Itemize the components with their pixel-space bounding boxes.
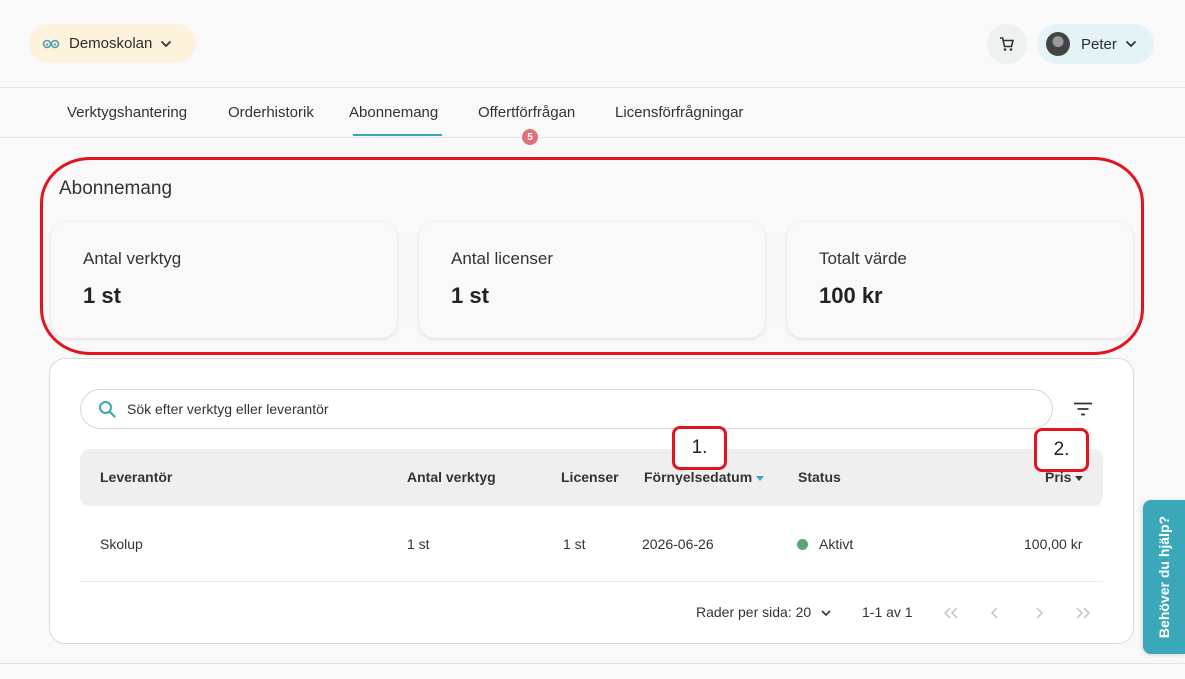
cart-button[interactable]: [987, 24, 1027, 64]
annotation-callout-1: 1.: [672, 426, 727, 470]
stat-value: 1 st: [83, 283, 121, 308]
tab-bar: Verktygshantering Orderhistorik Abonnema…: [0, 88, 1185, 138]
tab-abonnemang[interactable]: Abonnemang: [349, 104, 438, 121]
stat-label: Totalt värde: [819, 249, 907, 268]
previous-page-button[interactable]: [985, 603, 1005, 623]
next-page-button[interactable]: [1029, 603, 1049, 623]
top-bar: Demoskolan Peter: [0, 0, 1185, 88]
table-row[interactable]: Skolup 1 st 1 st 2026-06-26 Aktivt 100,0…: [80, 506, 1103, 582]
search-icon: [99, 401, 116, 418]
search-input[interactable]: [127, 401, 927, 417]
column-header-label: Förnyelsedatum: [644, 469, 753, 485]
cart-icon: [1000, 37, 1015, 51]
rows-per-page-select[interactable]: Rader per sida: 20: [696, 604, 831, 620]
stat-card-total-value: Totalt värde 100 kr: [787, 222, 1133, 338]
column-header-status: Status: [798, 469, 841, 485]
stat-card-tools: Antal verktyg 1 st: [51, 222, 397, 338]
last-page-button[interactable]: [1073, 603, 1093, 623]
cell-renewal-date: 2026-06-26: [642, 536, 714, 552]
school-selector[interactable]: Demoskolan: [29, 24, 196, 63]
column-header-licenses: Licenser: [561, 469, 619, 485]
column-header-tools: Antal verktyg: [407, 469, 496, 485]
filter-icon: [1074, 402, 1092, 416]
sort-caret-icon: [756, 475, 765, 481]
user-name: Peter: [1081, 35, 1117, 53]
table-header: Leverantör Antal verktyg Licenser Förnye…: [80, 449, 1103, 506]
glasses-icon: [42, 39, 60, 48]
column-header-renewal-date[interactable]: Förnyelsedatum: [644, 469, 765, 485]
stat-label: Antal licenser: [451, 249, 554, 268]
section-title: Abonnemang: [59, 178, 173, 199]
stat-label: Antal verktyg: [83, 249, 182, 268]
pagination-range: 1-1 av 1: [862, 604, 913, 620]
chevron-right-icon: [1036, 607, 1044, 619]
user-menu[interactable]: Peter: [1037, 24, 1154, 64]
cell-price: 100,00 kr: [1024, 536, 1083, 552]
tab-verktygshantering[interactable]: Verktygshantering: [67, 104, 187, 121]
annotation-callout-2: 2.: [1034, 428, 1089, 472]
filter-button[interactable]: [1071, 397, 1095, 421]
first-page-button[interactable]: [941, 603, 961, 623]
double-chevron-left-icon: [943, 607, 958, 619]
chevron-down-icon: [1125, 40, 1136, 48]
rows-per-page-label: Rader per sida: 20: [696, 604, 812, 620]
tab-orderhistorik[interactable]: Orderhistorik: [228, 104, 314, 121]
notification-badge: 5: [522, 129, 538, 145]
column-header-supplier: Leverantör: [100, 469, 173, 485]
double-chevron-right-icon: [1076, 607, 1091, 619]
cell-supplier: Skolup: [100, 536, 143, 552]
status-text: Aktivt: [819, 536, 854, 552]
cell-status: Aktivt: [797, 536, 853, 552]
sort-caret-icon: [1075, 475, 1084, 481]
school-name: Demoskolan: [69, 35, 153, 52]
stat-value: 100 kr: [819, 283, 883, 308]
tab-offertforfragan[interactable]: Offertförfrågan: [478, 104, 575, 121]
stat-card-licenses: Antal licenser 1 st: [419, 222, 765, 338]
footer-divider: [0, 663, 1185, 664]
cell-tools: 1 st: [407, 536, 430, 552]
search-bar[interactable]: [80, 389, 1053, 429]
chevron-down-icon: [821, 610, 831, 617]
cell-licenses: 1 st: [563, 536, 586, 552]
chevron-left-icon: [990, 607, 998, 619]
chevron-down-icon: [161, 40, 172, 47]
help-label: Behöver du hjälp?: [1156, 515, 1172, 639]
avatar: [1046, 32, 1070, 56]
help-tab[interactable]: Behöver du hjälp?: [1143, 500, 1185, 654]
stat-value: 1 st: [451, 283, 489, 308]
active-tab-indicator: [353, 134, 442, 136]
status-dot-icon: [797, 539, 808, 550]
tab-licensforfragningar[interactable]: Licensförfrågningar: [615, 104, 743, 121]
